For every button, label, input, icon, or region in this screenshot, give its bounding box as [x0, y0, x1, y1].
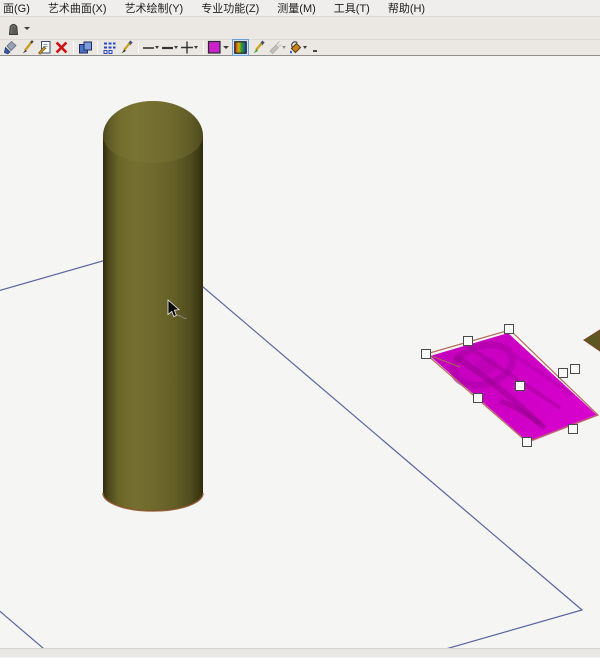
cross-marker-icon: [180, 40, 194, 55]
statusbar: [0, 648, 600, 657]
menu-item-help[interactable]: 帮助(H): [379, 0, 434, 18]
pen-button[interactable]: [19, 40, 36, 55]
paint-bucket-icon: [288, 40, 303, 55]
layer-books-icon: [78, 40, 93, 55]
menu-item-measure[interactable]: 测量(M): [268, 0, 325, 18]
line-style-picker[interactable]: [142, 40, 159, 55]
selection-handle[interactable]: [516, 382, 525, 391]
point-list-icon: [102, 40, 117, 55]
line-width-picker[interactable]: [161, 40, 178, 55]
chevron-down-icon: [223, 46, 229, 49]
sculpt-tool-button[interactable]: [3, 18, 23, 38]
workpiece-wireframe: [0, 246, 582, 648]
menu-item-art-draw[interactable]: 艺术绘制(Y): [116, 0, 193, 18]
toolbar-draw-row: [0, 40, 600, 56]
corner-object[interactable]: [584, 330, 600, 351]
gradient-swatch-selected[interactable]: [232, 39, 249, 56]
line-style-icon: [142, 40, 155, 55]
paste-notes-button[interactable]: [36, 40, 53, 55]
chevron-down-icon: [194, 46, 198, 49]
selection-handle[interactable]: [569, 425, 578, 434]
ink-bottle-button[interactable]: [2, 40, 19, 55]
cylinder-top-cap: [103, 101, 203, 163]
paste-notes-icon: [37, 40, 52, 55]
chevron-down-icon: [174, 46, 178, 49]
chevron-down-icon: [282, 46, 286, 49]
delete-button[interactable]: [53, 40, 70, 55]
airbrush-icon: [267, 40, 282, 55]
toolbar-overflow-icon[interactable]: [313, 50, 317, 52]
fill-color-swatch: [207, 40, 222, 55]
selection-handle[interactable]: [559, 369, 568, 378]
color-picker-button[interactable]: [250, 40, 267, 55]
gradient-swatch-icon: [234, 41, 247, 54]
line-width-icon: [161, 40, 174, 55]
airbrush-picker[interactable]: [267, 40, 286, 55]
eyedropper-icon: [119, 40, 134, 55]
selection-handle[interactable]: [464, 337, 473, 346]
ink-bottle-icon: [3, 40, 18, 55]
pen-icon: [20, 40, 35, 55]
cross-marker-picker[interactable]: [180, 40, 198, 55]
toolbar-separator: [73, 41, 74, 54]
menubar: 面(G) 艺术曲面(X) 艺术绘制(Y) 专业功能(Z) 测量(M) 工具(T)…: [0, 0, 600, 17]
toolbar-separator: [97, 41, 98, 54]
chevron-down-icon: [155, 46, 159, 49]
point-list-button[interactable]: [101, 40, 118, 55]
selection-handle[interactable]: [571, 365, 580, 374]
toolbar-separator: [138, 41, 139, 54]
relief-group: [422, 325, 599, 447]
menu-item-surface[interactable]: 面(G): [1, 0, 39, 18]
layer-books-button[interactable]: [77, 40, 94, 55]
selection-handle[interactable]: [505, 325, 514, 334]
sculpt-tool-icon: [5, 20, 22, 37]
chevron-down-icon[interactable]: [24, 27, 30, 30]
cylinder-model[interactable]: [103, 101, 203, 511]
selection-handle[interactable]: [474, 394, 483, 403]
application-window: 面(G) 艺术曲面(X) 艺术绘制(Y) 专业功能(Z) 测量(M) 工具(T)…: [0, 0, 600, 658]
fill-color-picker[interactable]: [207, 40, 229, 55]
menu-item-pro-functions[interactable]: 专业功能(Z): [192, 0, 268, 18]
eyedropper-button[interactable]: [118, 40, 135, 55]
selection-handle[interactable]: [523, 438, 532, 447]
color-picker-icon: [251, 40, 266, 55]
toolbar-separator: [203, 41, 204, 54]
delete-x-icon: [54, 40, 69, 55]
menu-item-art-surface[interactable]: 艺术曲面(X): [39, 0, 116, 18]
toolbar-tool-row: [0, 17, 600, 40]
viewport-3d[interactable]: [0, 56, 600, 648]
paint-bucket-picker[interactable]: [288, 40, 307, 55]
menu-item-tools[interactable]: 工具(T): [325, 0, 379, 18]
selection-handle[interactable]: [422, 350, 431, 359]
chevron-down-icon: [303, 46, 307, 49]
